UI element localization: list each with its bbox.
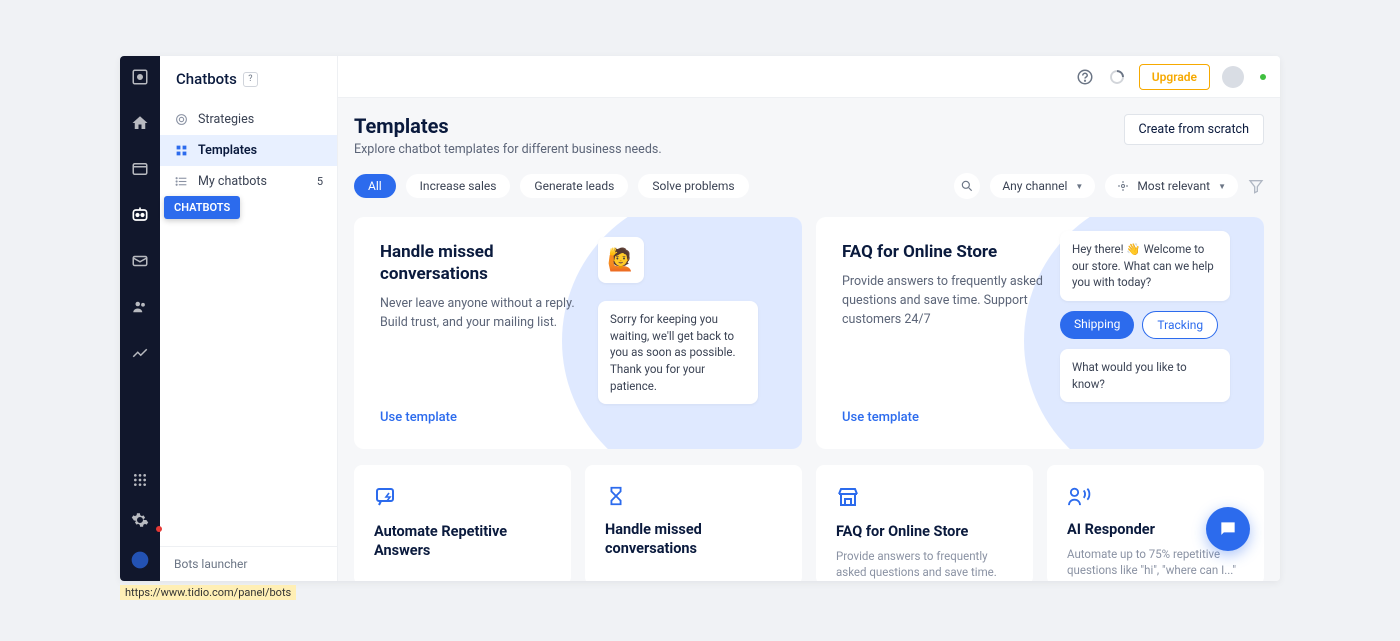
sort-dropdown[interactable]: Most relevant▼ (1105, 174, 1238, 198)
chevron-down-icon: ▼ (1075, 182, 1083, 191)
card-title: FAQ for Online Store (836, 523, 1013, 542)
avatar[interactable] (1222, 66, 1244, 88)
analytics-icon[interactable] (129, 342, 151, 364)
inbox-icon[interactable] (129, 158, 151, 180)
hero-title: Handle missed conversations (380, 241, 598, 285)
filter-pill-all[interactable]: All (354, 174, 396, 198)
notification-dot (156, 526, 162, 532)
chat-fab[interactable] (1206, 507, 1250, 551)
apps-icon[interactable] (129, 469, 151, 491)
logo-icon[interactable] (129, 66, 151, 88)
card-title: Automate Repetitive Answers (374, 523, 551, 561)
sample-message: Sorry for keeping you waiting, we'll get… (598, 301, 758, 404)
chat-bolt-icon (374, 485, 551, 509)
icon-rail: CHATBOTS (120, 56, 160, 581)
secondary-sidebar: Chatbots ? Strategies Templates My chatb… (160, 56, 338, 581)
chatbot-icon[interactable] (129, 204, 151, 226)
filters: All Increase sales Generate leads Solve … (354, 173, 1264, 199)
sidebar-item-mychatbots[interactable]: My chatbots 5 (160, 166, 337, 197)
sidebar-item-label: My chatbots (198, 174, 267, 189)
list-icon (174, 175, 188, 189)
channel-dropdown[interactable]: Any channel▼ (990, 174, 1095, 198)
upgrade-button[interactable]: Upgrade (1139, 64, 1210, 90)
help-badge[interactable]: ? (243, 72, 258, 87)
sample-greeting: Hey there! 👋 Welcome to our store. What … (1060, 231, 1230, 301)
content: Templates Explore chatbot templates for … (338, 98, 1280, 581)
filter-pill-sales[interactable]: Increase sales (406, 174, 511, 198)
chevron-down-icon: ▼ (1218, 182, 1226, 191)
chip-tracking[interactable]: Tracking (1142, 311, 1218, 339)
emoji-icon: 🙋 (598, 237, 644, 283)
bots-launcher[interactable]: Bots launcher (160, 546, 337, 581)
status-dot (1260, 74, 1266, 80)
page-title: Templates (354, 114, 662, 138)
sidebar-item-templates[interactable]: Templates (160, 135, 337, 166)
mail-icon[interactable] (129, 250, 151, 272)
sidebar-item-label: Templates (198, 143, 257, 158)
hero-desc: Provide answers to frequently asked ques… (842, 273, 1060, 329)
strategy-icon (174, 113, 188, 127)
sidebar-item-strategies[interactable]: Strategies (160, 104, 337, 135)
filter-pill-leads[interactable]: Generate leads (520, 174, 628, 198)
sparkle-icon (1117, 180, 1129, 192)
app-container: CHATBOTS Chatbots ? Strategies Templates… (120, 56, 1280, 581)
sidebar-item-label: Strategies (198, 112, 254, 127)
chip-shipping[interactable]: Shipping (1060, 311, 1134, 339)
home-icon[interactable] (129, 112, 151, 134)
hero-card-faq[interactable]: FAQ for Online Store Provide answers to … (816, 217, 1264, 449)
card-desc: Provide answers to frequently asked ques… (836, 548, 1013, 581)
settings-icon[interactable] (129, 509, 151, 531)
progress-icon[interactable] (1107, 67, 1127, 87)
hourglass-icon (605, 485, 782, 507)
topbar: Upgrade (338, 56, 1280, 98)
sidebar-count: 5 (317, 175, 323, 188)
create-from-scratch-button[interactable]: Create from scratch (1124, 114, 1264, 145)
card-title: Handle missed conversations (605, 521, 782, 559)
url-hint: https://www.tidio.com/panel/bots (120, 585, 296, 600)
help-icon[interactable] (1075, 67, 1095, 87)
main-column: Upgrade Templates Explore chatbot templa… (338, 56, 1280, 581)
sidebar-title: Chatbots (176, 70, 237, 88)
chatbots-tooltip: CHATBOTS (164, 196, 240, 219)
grid-icon (174, 144, 188, 158)
use-template-link[interactable]: Use template (380, 410, 457, 425)
store-icon (836, 485, 1013, 509)
profile-icon[interactable] (129, 549, 151, 571)
search-button[interactable] (954, 173, 980, 199)
hero-title: FAQ for Online Store (842, 241, 1060, 263)
hero-desc: Never leave anyone without a reply. Buil… (380, 295, 598, 333)
ai-voice-icon (1067, 485, 1244, 507)
hero-card-missed[interactable]: Handle missed conversations Never leave … (354, 217, 802, 449)
page-subtitle: Explore chatbot templates for different … (354, 142, 662, 157)
template-card-faq[interactable]: FAQ for Online Store Provide answers to … (816, 465, 1033, 581)
use-template-link[interactable]: Use template (842, 410, 919, 425)
filter-icon[interactable] (1248, 178, 1264, 194)
sample-prompt: What would you like to know? (1060, 349, 1230, 402)
contacts-icon[interactable] (129, 296, 151, 318)
card-desc: Automate up to 75% repetitive questions … (1067, 546, 1244, 581)
filter-pill-problems[interactable]: Solve problems (638, 174, 748, 198)
template-card-missed[interactable]: Handle missed conversations (585, 465, 802, 581)
template-card-automate[interactable]: Automate Repetitive Answers (354, 465, 571, 581)
